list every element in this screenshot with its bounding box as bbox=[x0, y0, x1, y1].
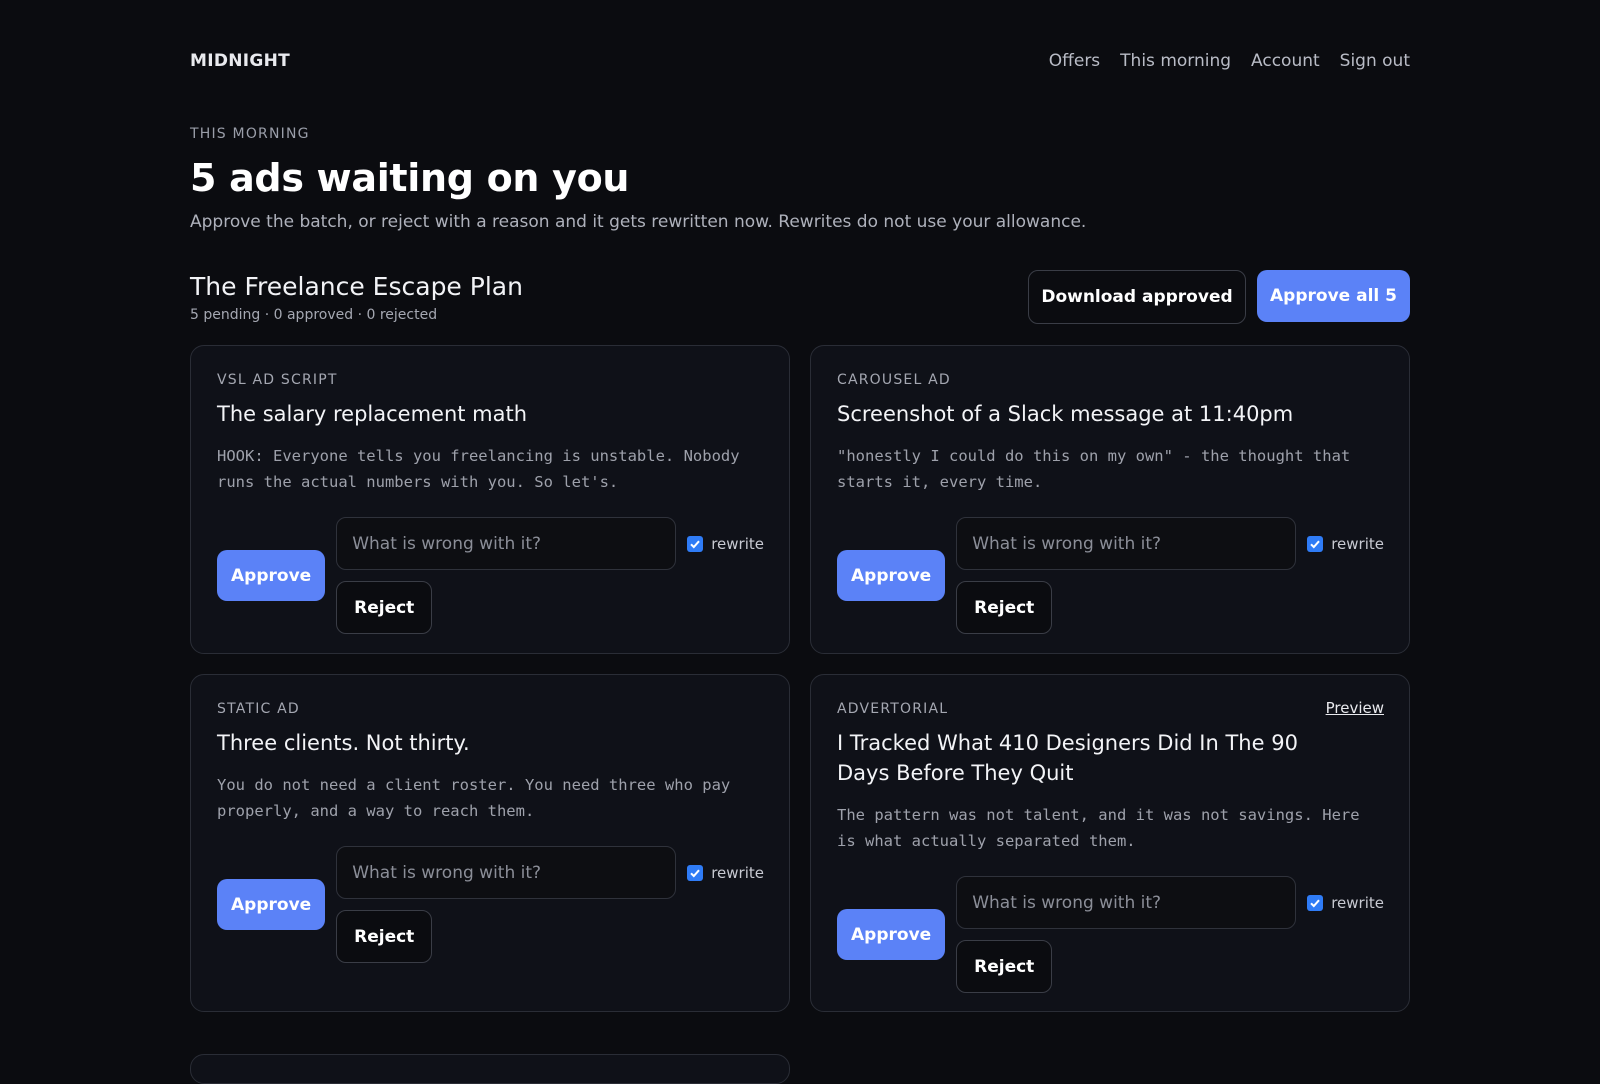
rewrite-toggle[interactable]: rewrite bbox=[1307, 535, 1384, 553]
reject-controls: rewrite Reject bbox=[956, 876, 1384, 993]
nav-links: Offers This morning Account Sign out bbox=[1049, 51, 1410, 71]
rewrite-toggle[interactable]: rewrite bbox=[1307, 894, 1384, 912]
ad-body: You do not need a client roster. You nee… bbox=[217, 776, 731, 820]
nav-link-offers[interactable]: Offers bbox=[1049, 51, 1100, 71]
ad-body: The pattern was not talent, and it was n… bbox=[837, 806, 1360, 850]
ad-type: CAROUSEL AD bbox=[837, 372, 951, 388]
reject-reason-input[interactable] bbox=[336, 517, 677, 570]
page-subtitle: Approve the batch, or reject with a reas… bbox=[190, 212, 1087, 232]
rewrite-label: rewrite bbox=[711, 863, 764, 882]
checkbox-checked-icon[interactable] bbox=[687, 535, 704, 552]
brand-logo[interactable]: MIDNIGHT bbox=[190, 51, 290, 71]
batch-header: The Freelance Escape Plan 5 pending · 0 … bbox=[190, 270, 1410, 324]
ad-actions: Approve rewrite Reject bbox=[217, 517, 764, 634]
reject-button[interactable]: Reject bbox=[956, 581, 1053, 634]
reject-reason-input[interactable] bbox=[956, 517, 1297, 570]
top-nav: MIDNIGHT Offers This morning Account Sig… bbox=[190, 41, 1410, 81]
checkbox-checked-icon[interactable] bbox=[687, 864, 704, 881]
reason-row: rewrite bbox=[956, 517, 1384, 570]
nav-link-sign-out[interactable]: Sign out bbox=[1340, 51, 1410, 71]
reject-button[interactable]: Reject bbox=[336, 910, 433, 963]
approve-button[interactable]: Approve bbox=[217, 879, 326, 930]
ad-type: VSL AD SCRIPT bbox=[217, 372, 338, 388]
ad-actions: Approve rewrite Reject bbox=[837, 876, 1384, 993]
ad-title: I Tracked What 410 Designers Did In The … bbox=[837, 731, 1298, 785]
reject-reason-input[interactable] bbox=[336, 846, 677, 899]
ad-title: Three clients. Not thirty. bbox=[217, 731, 470, 755]
download-approved-button[interactable]: Download approved bbox=[1028, 270, 1246, 324]
batch-name: The Freelance Escape Plan bbox=[190, 272, 523, 301]
page-title: 5 ads waiting on you bbox=[190, 156, 630, 200]
reject-button[interactable]: Reject bbox=[956, 940, 1053, 993]
reject-button[interactable]: Reject bbox=[336, 581, 433, 634]
batch-actions: Download approved Approve all 5 bbox=[1028, 270, 1410, 324]
ad-title: Screenshot of a Slack message at 11:40pm bbox=[837, 402, 1294, 426]
rewrite-toggle[interactable]: rewrite bbox=[687, 864, 764, 882]
approve-button[interactable]: Approve bbox=[837, 550, 946, 601]
nav-link-account[interactable]: Account bbox=[1251, 51, 1320, 71]
batch-stats: 5 pending · 0 approved · 0 rejected bbox=[190, 307, 438, 323]
ad-type: ADVERTORIAL bbox=[837, 701, 949, 717]
ad-body: HOOK: Everyone tells you freelancing is … bbox=[217, 447, 740, 491]
rewrite-toggle[interactable]: rewrite bbox=[687, 535, 764, 553]
reject-controls: rewrite Reject bbox=[956, 517, 1384, 634]
checkbox-checked-icon[interactable] bbox=[1307, 894, 1324, 911]
ad-card: CAROUSEL AD Screenshot of a Slack messag… bbox=[810, 345, 1410, 654]
rewrite-label: rewrite bbox=[1331, 893, 1384, 912]
ad-type: STATIC AD bbox=[217, 701, 300, 717]
nav-link-this-morning[interactable]: This morning bbox=[1120, 51, 1231, 71]
ad-card-partial bbox=[190, 1054, 790, 1084]
ad-actions: Approve rewrite Reject bbox=[837, 517, 1384, 634]
approve-button[interactable]: Approve bbox=[837, 909, 946, 960]
preview-link[interactable]: Preview bbox=[1326, 699, 1384, 717]
page: MIDNIGHT Offers This morning Account Sig… bbox=[190, 41, 1410, 1012]
ad-card: VSL AD SCRIPT The salary replacement mat… bbox=[190, 345, 790, 654]
ad-card: Preview ADVERTORIAL I Tracked What 410 D… bbox=[810, 674, 1410, 1012]
reject-controls: rewrite Reject bbox=[336, 517, 764, 634]
approve-button[interactable]: Approve bbox=[217, 550, 326, 601]
ad-title: The salary replacement math bbox=[217, 402, 528, 426]
ad-card: STATIC AD Three clients. Not thirty. You… bbox=[190, 674, 790, 1012]
page-eyebrow: THIS MORNING bbox=[190, 126, 310, 142]
ad-body: "honestly I could do this on my own" - t… bbox=[837, 447, 1351, 491]
batch-info: The Freelance Escape Plan 5 pending · 0 … bbox=[190, 272, 523, 323]
reject-reason-input[interactable] bbox=[956, 876, 1297, 929]
checkbox-checked-icon[interactable] bbox=[1307, 535, 1324, 552]
reason-row: rewrite bbox=[956, 876, 1384, 929]
ad-card-grid: VSL AD SCRIPT The salary replacement mat… bbox=[190, 345, 1410, 1012]
reason-row: rewrite bbox=[336, 846, 764, 899]
ad-actions: Approve rewrite Reject bbox=[217, 846, 764, 963]
rewrite-label: rewrite bbox=[711, 534, 764, 553]
rewrite-label: rewrite bbox=[1331, 534, 1384, 553]
reject-controls: rewrite Reject bbox=[336, 846, 764, 963]
approve-all-button[interactable]: Approve all 5 bbox=[1257, 270, 1410, 322]
reason-row: rewrite bbox=[336, 517, 764, 570]
